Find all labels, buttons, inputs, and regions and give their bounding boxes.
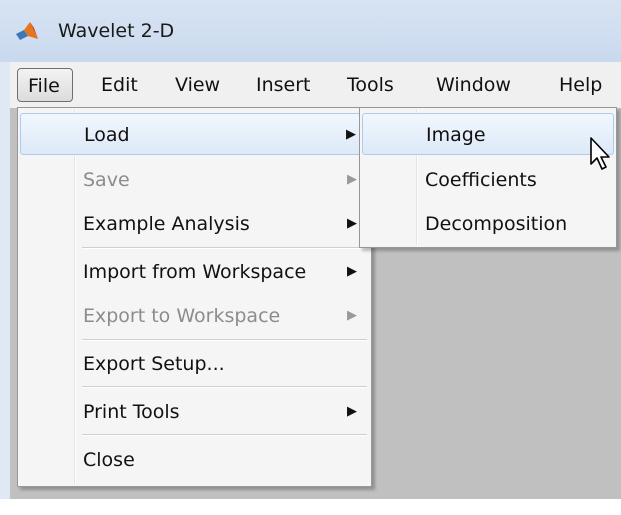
window-frame-left	[0, 0, 10, 515]
load-submenu: Image Coefficients Decomposition	[359, 107, 617, 248]
menu-edit[interactable]: Edit	[91, 68, 148, 102]
menu-view[interactable]: View	[165, 68, 230, 102]
matlab-logo-icon	[16, 22, 38, 40]
submenu-item-coefficients[interactable]: Coefficients	[362, 159, 614, 201]
menu-item-print-tools[interactable]: Print Tools ▶	[20, 391, 369, 433]
menu-separator	[82, 339, 367, 341]
submenu-item-image[interactable]: Image	[362, 113, 614, 155]
window-frame-bottom	[0, 499, 621, 515]
menu-item-export-setup[interactable]: Export Setup...	[20, 343, 369, 385]
menu-item-label: Example Analysis	[83, 213, 250, 235]
submenu-arrow-icon: ▶	[346, 127, 356, 142]
menu-separator	[82, 386, 367, 388]
submenu-arrow-icon: ▶	[347, 264, 357, 279]
menu-file[interactable]: File	[17, 68, 73, 102]
menu-window[interactable]: Window	[426, 68, 521, 102]
menu-item-label: Export to Workspace	[83, 305, 281, 327]
file-menu-dropdown: Load ▶ Save ▶ Example Analysis ▶ Import …	[17, 107, 372, 487]
menu-item-label: Save	[83, 169, 130, 191]
submenu-arrow-icon: ▶	[347, 216, 357, 231]
menu-tools[interactable]: Tools	[337, 68, 404, 102]
menu-item-example-analysis[interactable]: Example Analysis ▶	[20, 203, 369, 245]
menu-item-label: Close	[83, 449, 135, 471]
menu-item-export-to-workspace[interactable]: Export to Workspace ▶	[20, 295, 369, 337]
menu-item-close[interactable]: Close	[20, 439, 369, 481]
menu-item-label: Coefficients	[425, 169, 537, 191]
menu-item-label: Print Tools	[83, 401, 180, 423]
submenu-arrow-icon: ▶	[347, 404, 357, 419]
menu-item-label: Export Setup...	[83, 353, 225, 375]
submenu-item-decomposition[interactable]: Decomposition	[362, 203, 614, 245]
window-title: Wavelet 2-D	[58, 20, 175, 42]
menu-bar: File Edit View Insert Tools Window Help	[10, 62, 621, 109]
menu-item-label: Load	[84, 124, 130, 146]
mouse-pointer-icon	[590, 137, 610, 170]
submenu-arrow-icon: ▶	[347, 308, 357, 323]
title-bar: Wavelet 2-D	[0, 0, 621, 62]
menu-item-label: Image	[426, 124, 486, 146]
submenu-arrow-icon: ▶	[347, 172, 357, 187]
menu-item-load[interactable]: Load ▶	[20, 113, 369, 155]
menu-separator	[82, 434, 367, 436]
menu-help[interactable]: Help	[549, 68, 612, 102]
menu-insert[interactable]: Insert	[246, 68, 321, 102]
menu-item-label: Import from Workspace	[83, 261, 307, 283]
menu-separator	[82, 247, 367, 249]
menu-item-import-from-workspace[interactable]: Import from Workspace ▶	[20, 251, 369, 293]
menu-item-label: Decomposition	[425, 213, 568, 235]
menu-item-save[interactable]: Save ▶	[20, 159, 369, 201]
